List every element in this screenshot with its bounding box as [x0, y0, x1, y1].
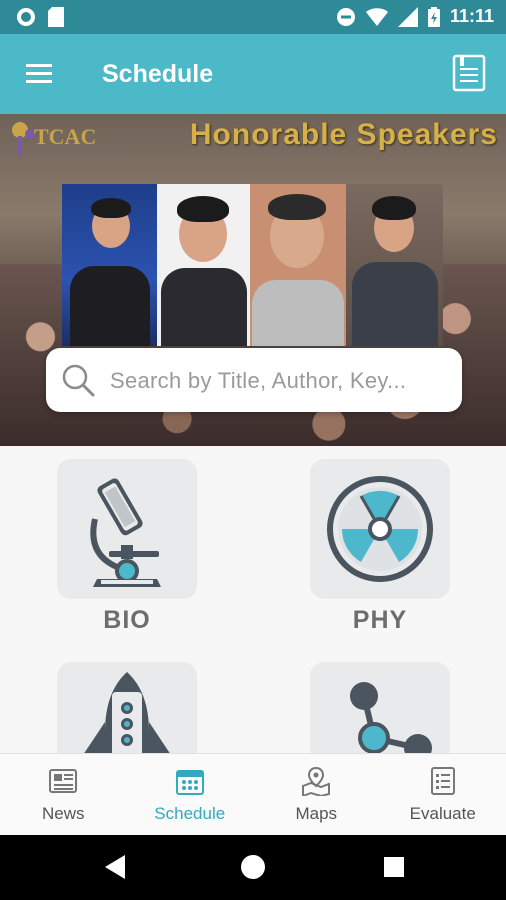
speaker-photos [62, 184, 443, 346]
book-icon [452, 54, 486, 92]
status-bar: 11:11 [0, 0, 506, 34]
search-icon [62, 364, 95, 397]
recents-icon[interactable] [383, 856, 405, 878]
nav-news[interactable]: News [0, 754, 127, 835]
nav-evaluate-label: Evaluate [409, 804, 476, 823]
category-phy-label: PHY [352, 606, 408, 634]
wifi-icon [365, 7, 388, 26]
home-icon[interactable] [240, 854, 266, 880]
battery-charging-icon [427, 6, 440, 27]
do-not-disturb-icon [336, 7, 355, 26]
category-rocket-tile[interactable] [57, 662, 197, 753]
system-navigation-bar [0, 835, 506, 900]
category-phy-tile[interactable] [310, 459, 450, 599]
page-title: Schedule [102, 60, 214, 88]
newspaper-icon [49, 769, 78, 793]
bottom-navigation: News Schedule Maps Evaluate [0, 753, 506, 835]
speaker-photo [250, 184, 346, 346]
nav-evaluate[interactable]: Evaluate [380, 754, 506, 835]
program-book-button[interactable] [452, 54, 486, 92]
sd-card-icon [48, 7, 64, 27]
nav-schedule-label: Schedule [154, 804, 226, 823]
category-molecule-tile[interactable] [310, 662, 450, 753]
molecule-icon [350, 682, 432, 753]
hamburger-menu-icon [26, 64, 52, 83]
nav-maps[interactable]: Maps [253, 754, 380, 835]
banner-title: Honorable Speakers [189, 118, 498, 151]
radiation-icon [327, 476, 433, 582]
nav-schedule[interactable]: Schedule [127, 754, 254, 835]
speaker-photo [62, 184, 157, 346]
microscope-icon [90, 478, 161, 587]
map-pin-icon [302, 766, 331, 796]
conference-logo: TCAC [8, 120, 96, 160]
clock: 11:11 [449, 6, 494, 26]
calendar-icon [175, 770, 204, 795]
search-input[interactable]: Search by Title, Author, Key... [46, 348, 462, 412]
search-placeholder: Search by Title, Author, Key... [110, 368, 407, 393]
rocket-icon [84, 672, 170, 753]
notification-circle-icon [17, 8, 35, 26]
speaker-photo [157, 184, 250, 346]
nav-maps-label: Maps [295, 804, 338, 823]
speaker-photo [346, 184, 443, 346]
app-bar: Schedule [0, 34, 506, 114]
category-bio-tile[interactable] [57, 459, 197, 599]
back-icon[interactable] [103, 854, 127, 880]
menu-button[interactable] [24, 60, 54, 88]
signal-icon [397, 6, 418, 27]
nav-news-label: News [41, 804, 85, 823]
checklist-icon [430, 767, 455, 795]
category-bio-label: BIO [103, 606, 151, 634]
